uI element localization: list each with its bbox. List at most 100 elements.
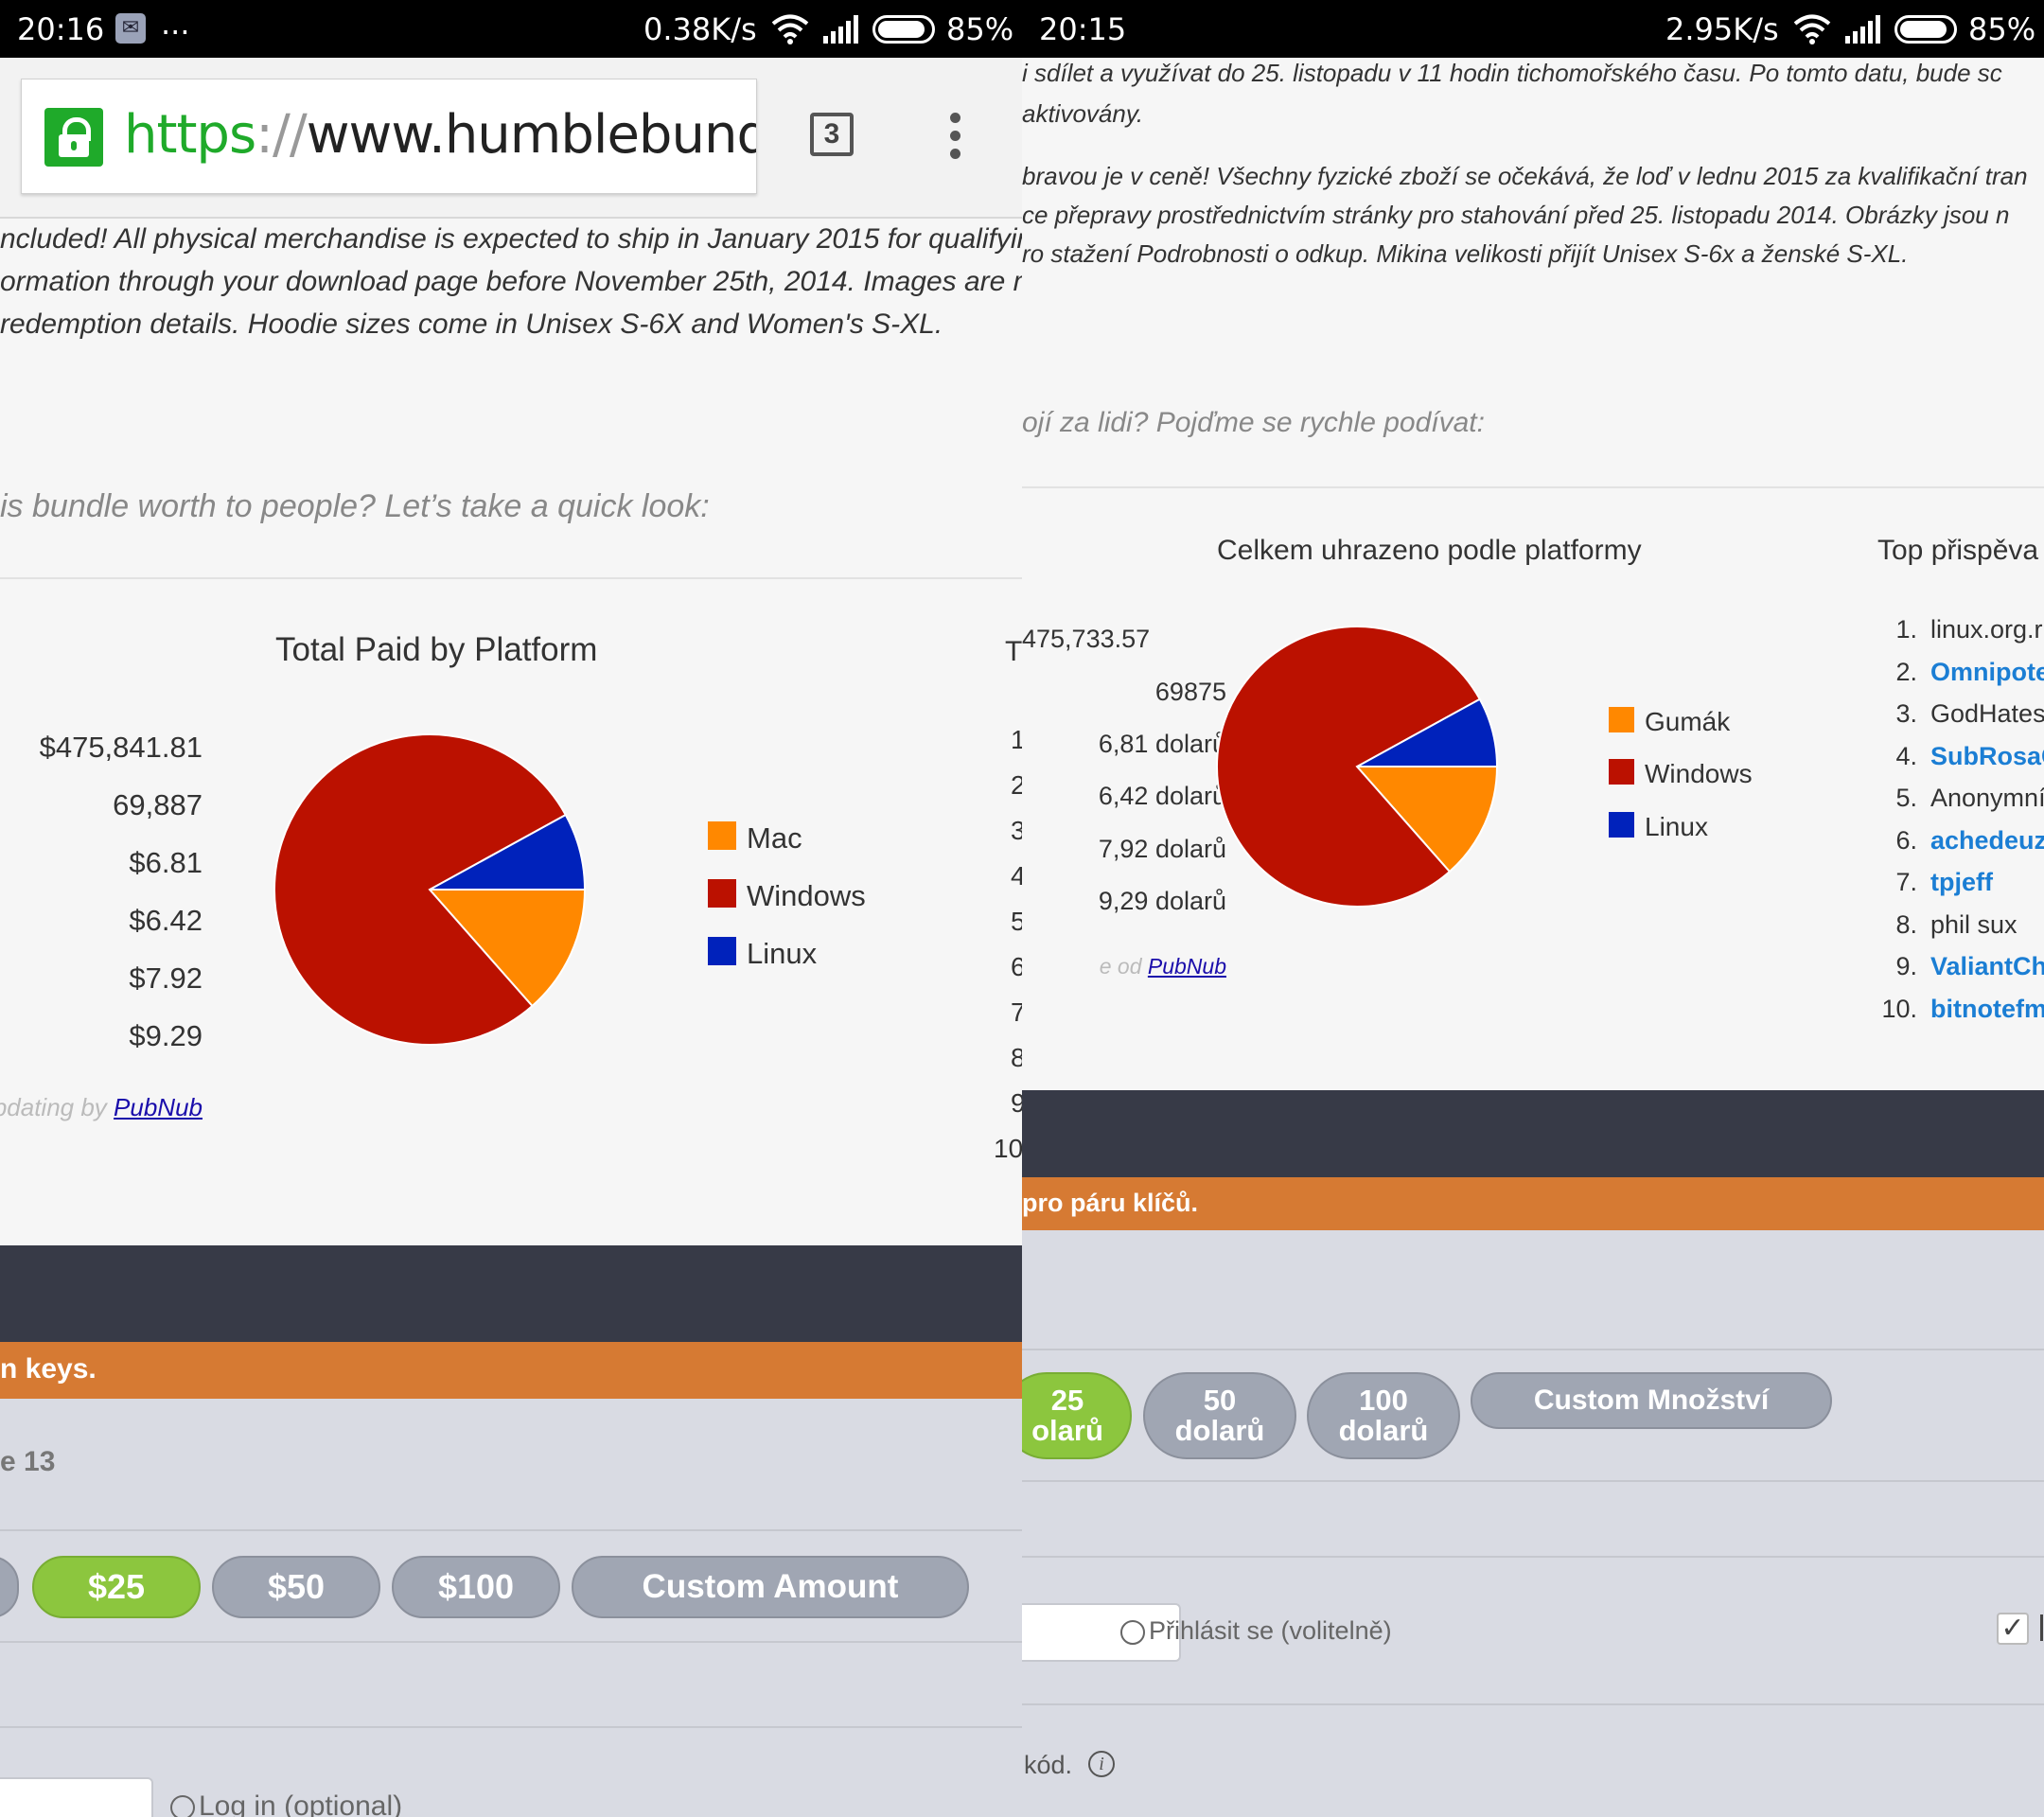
battery-icon (1894, 15, 1957, 44)
top-contributor-row[interactable]: 10. bitnotefm (1870, 995, 2044, 1024)
top-contributor-row[interactable]: 2. Omnipoten (1870, 658, 2044, 687)
amount-value: 100 (1359, 1384, 1408, 1417)
status-bar: 20:15 2.95K/s 85% (1022, 0, 2044, 58)
rank-number: 7 (1011, 997, 1022, 1027)
checkbox[interactable]: ✓ (1997, 1613, 2029, 1645)
contributor-name[interactable]: Omnipoten (1930, 658, 2044, 686)
divider (1022, 1556, 2044, 1558)
rank-number: 1 (1011, 725, 1022, 754)
info-icon[interactable]: i (1088, 1751, 1115, 1777)
amount-button-100[interactable]: 100 dolarů (1307, 1372, 1460, 1459)
more-notifications-icon: ... (161, 6, 190, 42)
amount-value: 25 (1050, 1384, 1084, 1417)
description-line: aktivovány. (1022, 99, 1144, 128)
description-line: redemption details. Hoodie sizes come in… (0, 309, 943, 340)
battery-percent: 85% (946, 11, 1014, 47)
contributor-name[interactable]: tpjeff (1930, 868, 1993, 896)
contributor-name[interactable]: SubRosaG (1930, 742, 2044, 770)
amount-unit: olarů (1031, 1414, 1103, 1447)
amount-button-25[interactable]: $25 (32, 1556, 201, 1618)
rank-number: 9. (1895, 952, 1917, 980)
stat-linux-average: $9.29 (129, 1019, 203, 1052)
notice-bar: n keys. (0, 1342, 1022, 1399)
dark-header-band (1022, 1090, 2044, 1177)
pubnub-prefix: e od (1099, 954, 1148, 979)
top-contributors-title-fragment: T (1005, 636, 1022, 667)
user-icon (170, 1795, 195, 1817)
rank-number: 2 (1011, 770, 1022, 800)
signal-icon (823, 15, 858, 44)
url-text: https://www.humblebundle.c (124, 104, 756, 166)
top-contributor-row[interactable]: 4. SubRosaG (1870, 742, 2044, 771)
login-link[interactable]: Přihlásit se (volitelně) (1120, 1616, 1392, 1646)
menu-icon[interactable] (950, 113, 961, 167)
divider (0, 1529, 1022, 1531)
rank-number: 6 (1011, 952, 1022, 981)
legend-label: Linux (1645, 812, 1708, 841)
top-contributor-row: 1. linux.org.ru (1870, 615, 2044, 644)
email-field[interactable] (0, 1777, 153, 1817)
url-host: www.humblebundle.c (306, 104, 756, 166)
url-bar[interactable]: https://www.humblebundle.c (21, 79, 757, 194)
left-screenshot: 20:16 ✉ ... 0.38K/s 85% https://www.humb… (0, 0, 1022, 1817)
rank-number: 1. (1895, 615, 1917, 644)
amount-button-100[interactable]: $100 (392, 1556, 560, 1618)
stat-mac-average: 7,92 dolarů (1098, 835, 1226, 863)
custom-amount-button[interactable]: Custom Množství (1471, 1372, 1832, 1429)
custom-amount-button[interactable]: Custom Amount (572, 1556, 969, 1618)
code-label: kód. (1024, 1751, 1073, 1779)
battery-icon (872, 15, 935, 44)
contributor-name[interactable]: achedeuzc (1930, 826, 2044, 855)
legend-label: Mac (747, 821, 802, 855)
description-line: i sdílet a využívat do 25. listopadu v 1… (1022, 59, 2002, 87)
purchase-label: e 13 (0, 1446, 56, 1477)
legend-swatch-linux (708, 937, 736, 965)
legend-swatch-mac (1609, 707, 1634, 732)
pie-chart (273, 733, 587, 1046)
right-screenshot: 20:15 2.95K/s 85% i sdílet a využívat do… (1022, 0, 2044, 1817)
amount-unit: dolarů (1174, 1414, 1265, 1447)
rank-number: 3. (1895, 699, 1917, 728)
divider (0, 1726, 1022, 1728)
notice-text: n keys. (0, 1353, 97, 1385)
stat-total-paid: $475,841.81 (39, 731, 203, 764)
legend-swatch-linux (1609, 812, 1634, 838)
checkbox-label-fragment (2040, 1614, 2043, 1641)
top-contributor-row[interactable]: 6. achedeuzc (1870, 826, 2044, 856)
notice-bar: pro páru klíčů. (1022, 1177, 2044, 1230)
contributor-name: GodHates( (1930, 699, 2044, 728)
contributor-name: phil sux (1930, 909, 2018, 939)
rank-number: 4. (1895, 741, 1917, 770)
contributor-name[interactable]: ValiantChe (1930, 952, 2044, 980)
stats-question: is bundle worth to people? Let’s take a … (0, 488, 710, 524)
purchase-form (1022, 1230, 2044, 1817)
rank-number: 4 (1011, 861, 1022, 891)
url-separator: :// (256, 104, 308, 166)
amount-button-50[interactable]: 50 dolarů (1143, 1372, 1296, 1459)
wifi-icon (1793, 14, 1831, 44)
amount-button-25[interactable]: 25 olarů (1022, 1372, 1132, 1459)
login-text: Log in (optional) (199, 1791, 403, 1817)
lock-icon (44, 108, 103, 167)
description-line: ro stažení Podrobnosti o odkup. Mikina v… (1022, 239, 1909, 268)
top-contributor-row[interactable]: 9. ValiantChe (1870, 952, 2044, 981)
pubnub-credit: pdating by PubNub (0, 1093, 203, 1122)
wifi-icon (771, 14, 809, 44)
legend-label: Gumák (1645, 707, 1731, 736)
rank-number: 6. (1895, 825, 1917, 855)
login-text: Přihlásit se (volitelně) (1149, 1616, 1392, 1645)
notice-text: pro páru klíčů. (1022, 1189, 1199, 1217)
pubnub-link[interactable]: PubNub (114, 1093, 203, 1121)
rank-number: 5. (1895, 784, 1917, 812)
contributor-name[interactable]: bitnotefm (1930, 995, 2044, 1023)
pubnub-link[interactable]: PubNub (1148, 954, 1226, 979)
top-contributor-row[interactable]: 7. tpjeff (1870, 868, 1993, 897)
amount-button-50[interactable]: $50 (212, 1556, 380, 1618)
divider (0, 1641, 1022, 1643)
description-line: bravou je v ceně! Všechny fyzické zboží … (1022, 162, 2028, 190)
rank-number: 5 (1011, 907, 1022, 936)
tab-switcher-button[interactable]: 3 (810, 113, 854, 156)
stat-purchases: 69,887 (113, 788, 203, 821)
legend-label: Windows (1645, 759, 1753, 788)
login-link[interactable]: Log in (optional) (170, 1791, 402, 1817)
